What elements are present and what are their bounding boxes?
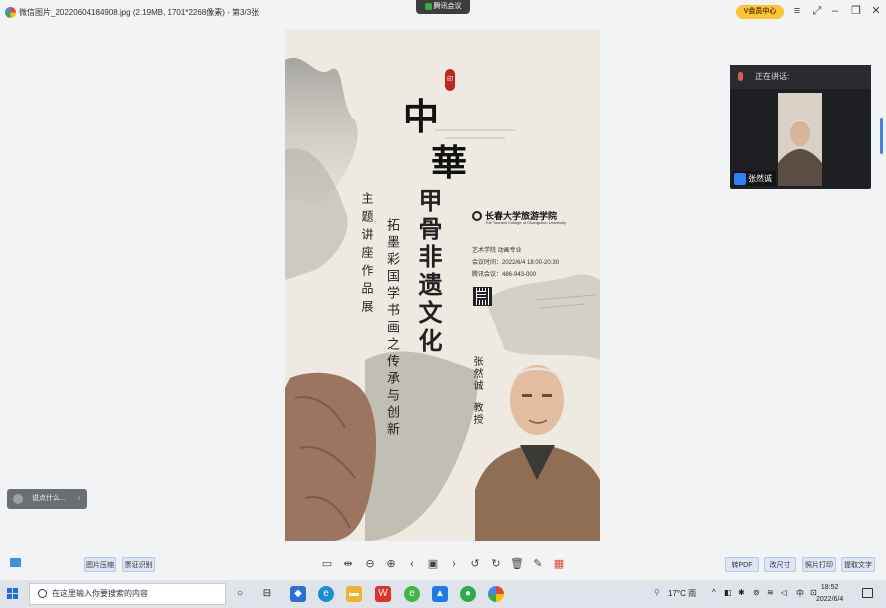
info-department: 艺术学院 动画专业 bbox=[472, 248, 522, 254]
next-icon[interactable]: › bbox=[447, 557, 461, 571]
video-panel-header: 正在讲话: bbox=[730, 65, 871, 89]
theme-title-vertical: 拓墨彩国学书画之传承与创新 bbox=[384, 218, 399, 439]
slideshow-icon[interactable]: ▣ bbox=[426, 557, 440, 571]
menu-icon[interactable]: ≡ bbox=[790, 4, 804, 18]
school-logo-icon bbox=[472, 211, 482, 221]
qr-code bbox=[473, 287, 492, 306]
minimize-icon[interactable]: – bbox=[828, 4, 842, 18]
title-char-zhong: 中 bbox=[403, 96, 440, 138]
tray-expand-icon[interactable]: ^ bbox=[712, 588, 716, 597]
school-name-en: The Tourism College of Changchun Univers… bbox=[485, 220, 567, 225]
video-panel[interactable]: 正在讲话: 张然诚 bbox=[730, 65, 871, 189]
windows-start-icon[interactable] bbox=[7, 588, 19, 600]
participant-photo bbox=[778, 93, 822, 186]
network-status-icon[interactable]: ⚲ bbox=[654, 588, 660, 597]
tencent-meeting-icon[interactable]: ▲ bbox=[432, 586, 448, 602]
close-icon[interactable]: ✕ bbox=[869, 4, 883, 18]
weather-text[interactable]: 17°C 雨 bbox=[668, 588, 696, 599]
speaking-mic-icon bbox=[738, 72, 743, 81]
collapse-arrow-icon[interactable]: ‹ bbox=[78, 489, 80, 509]
cloud-app-icon[interactable]: ◆ bbox=[290, 586, 306, 602]
wechat-icon[interactable]: ● bbox=[460, 586, 476, 602]
zoom-in-icon[interactable]: ⊕ bbox=[384, 557, 398, 571]
file-explorer-icon[interactable]: ▬ bbox=[346, 586, 362, 602]
edge-browser-icon[interactable]: e bbox=[318, 586, 334, 602]
viewer-toolbar: 图片压缩 票证识别 ▭ ⇹ ⊖ ⊕ ‹ ▣ › ↺ ↻ 🗑 ✎ ▦ 转PDF 改… bbox=[0, 553, 886, 577]
monitor-icon[interactable]: ▭ bbox=[320, 557, 334, 571]
apps-grid-icon[interactable]: ▦ bbox=[552, 557, 566, 571]
exhibition-title-vertical: 主题讲座作品展 bbox=[360, 192, 374, 318]
rock-painting bbox=[285, 372, 377, 541]
user-icon bbox=[734, 172, 746, 185]
wifi-icon[interactable]: ≋ bbox=[767, 588, 774, 597]
subtitle-vertical: 甲骨非遗文化 bbox=[414, 188, 443, 356]
photo-print-button[interactable]: 照片打印 bbox=[802, 557, 836, 572]
title-char-hua: 華 bbox=[431, 142, 468, 184]
taskbar: 在这里输入你要搜索的内容 ○ ⊟ ◆ e ▬ W e ▲ ● ⚲ 17°C 雨 … bbox=[0, 580, 886, 608]
window-title: 微信图片_20220604184908.jpg (2.19MB, 1701*22… bbox=[19, 8, 260, 17]
tray-app-icon[interactable]: ◧ bbox=[724, 588, 732, 597]
task-view-icon[interactable]: ⊟ bbox=[259, 586, 275, 602]
speaking-label: 正在讲话: bbox=[755, 72, 790, 81]
search-icon bbox=[38, 589, 47, 598]
comment-input[interactable]: 说点什么... ‹ bbox=[7, 489, 87, 509]
info-meeting-time: 会议时间：2022/6/4 18:00-20:30 bbox=[472, 260, 560, 266]
title-bar: 微信图片_20220604184908.jpg (2.19MB, 1701*22… bbox=[0, 0, 886, 26]
scrollbar[interactable] bbox=[880, 118, 883, 154]
rotate-right-icon[interactable]: ↻ bbox=[489, 557, 503, 571]
clock-date: 2022/6/4 bbox=[816, 596, 844, 603]
participant-name-tag: 张然诚 bbox=[733, 171, 776, 186]
tray-bluetooth-icon[interactable]: ✱ bbox=[738, 588, 745, 597]
delete-icon[interactable]: 🗑 bbox=[510, 557, 524, 571]
meeting-label: 腾讯会议 bbox=[433, 3, 462, 10]
emoji-icon[interactable] bbox=[13, 494, 23, 504]
clock-time: 18:52 bbox=[820, 584, 839, 591]
wps-office-icon[interactable]: W bbox=[375, 586, 391, 602]
tray-security-icon[interactable]: ⊚ bbox=[753, 588, 760, 597]
image-viewer-taskbar-icon[interactable] bbox=[488, 586, 504, 602]
participant-video bbox=[778, 93, 822, 186]
participant-name: 张然诚 bbox=[748, 174, 772, 183]
rotate-left-icon[interactable]: ↺ bbox=[468, 557, 482, 571]
vip-center-button[interactable]: V会员中心 bbox=[736, 5, 784, 19]
meeting-icon bbox=[424, 2, 432, 10]
speaker-photo bbox=[475, 365, 600, 541]
comment-placeholder: 说点什么... bbox=[32, 495, 66, 502]
restore-icon[interactable]: ❐ bbox=[849, 4, 863, 18]
browser-green-icon[interactable]: e bbox=[404, 586, 420, 602]
to-pdf-button[interactable]: 转PDF bbox=[725, 557, 759, 572]
search-placeholder: 在这里输入你要搜索的内容 bbox=[52, 589, 148, 598]
resize-button[interactable]: 改尺寸 bbox=[764, 557, 796, 572]
cortana-icon[interactable]: ○ bbox=[232, 586, 248, 602]
system-clock[interactable]: 18:52 2022/6/4 bbox=[816, 582, 843, 606]
extract-text-button[interactable]: 提取文字 bbox=[841, 557, 875, 572]
volume-icon[interactable]: ◁ bbox=[781, 588, 787, 597]
info-meeting-id: 腾讯会议：486-943-000 bbox=[472, 272, 537, 278]
ocr-button[interactable]: 票证识别 bbox=[122, 557, 155, 572]
poster-image: 印 中 華 甲骨非遗文化 主题讲座作品展 拓墨彩国学书画之传承与创新 长春大学旅… bbox=[285, 30, 600, 541]
red-seal-stamp: 印 bbox=[445, 69, 455, 91]
ime-indicator[interactable]: 中 bbox=[796, 588, 804, 599]
image-viewer-app-icon bbox=[5, 7, 16, 18]
previous-icon[interactable]: ‹ bbox=[405, 557, 419, 571]
compress-button[interactable]: 图片压缩 bbox=[84, 557, 116, 572]
tencent-meeting-pill[interactable]: 腾讯会议 bbox=[416, 0, 470, 14]
taskbar-search-input[interactable]: 在这里输入你要搜索的内容 bbox=[29, 583, 226, 605]
edit-icon[interactable]: ✎ bbox=[531, 557, 545, 571]
fullscreen-icon[interactable]: ⤢ bbox=[810, 4, 824, 18]
zoom-out-icon[interactable]: ⊖ bbox=[363, 557, 377, 571]
notification-icon[interactable] bbox=[862, 588, 873, 598]
fit-icon[interactable]: ⇹ bbox=[341, 557, 355, 571]
